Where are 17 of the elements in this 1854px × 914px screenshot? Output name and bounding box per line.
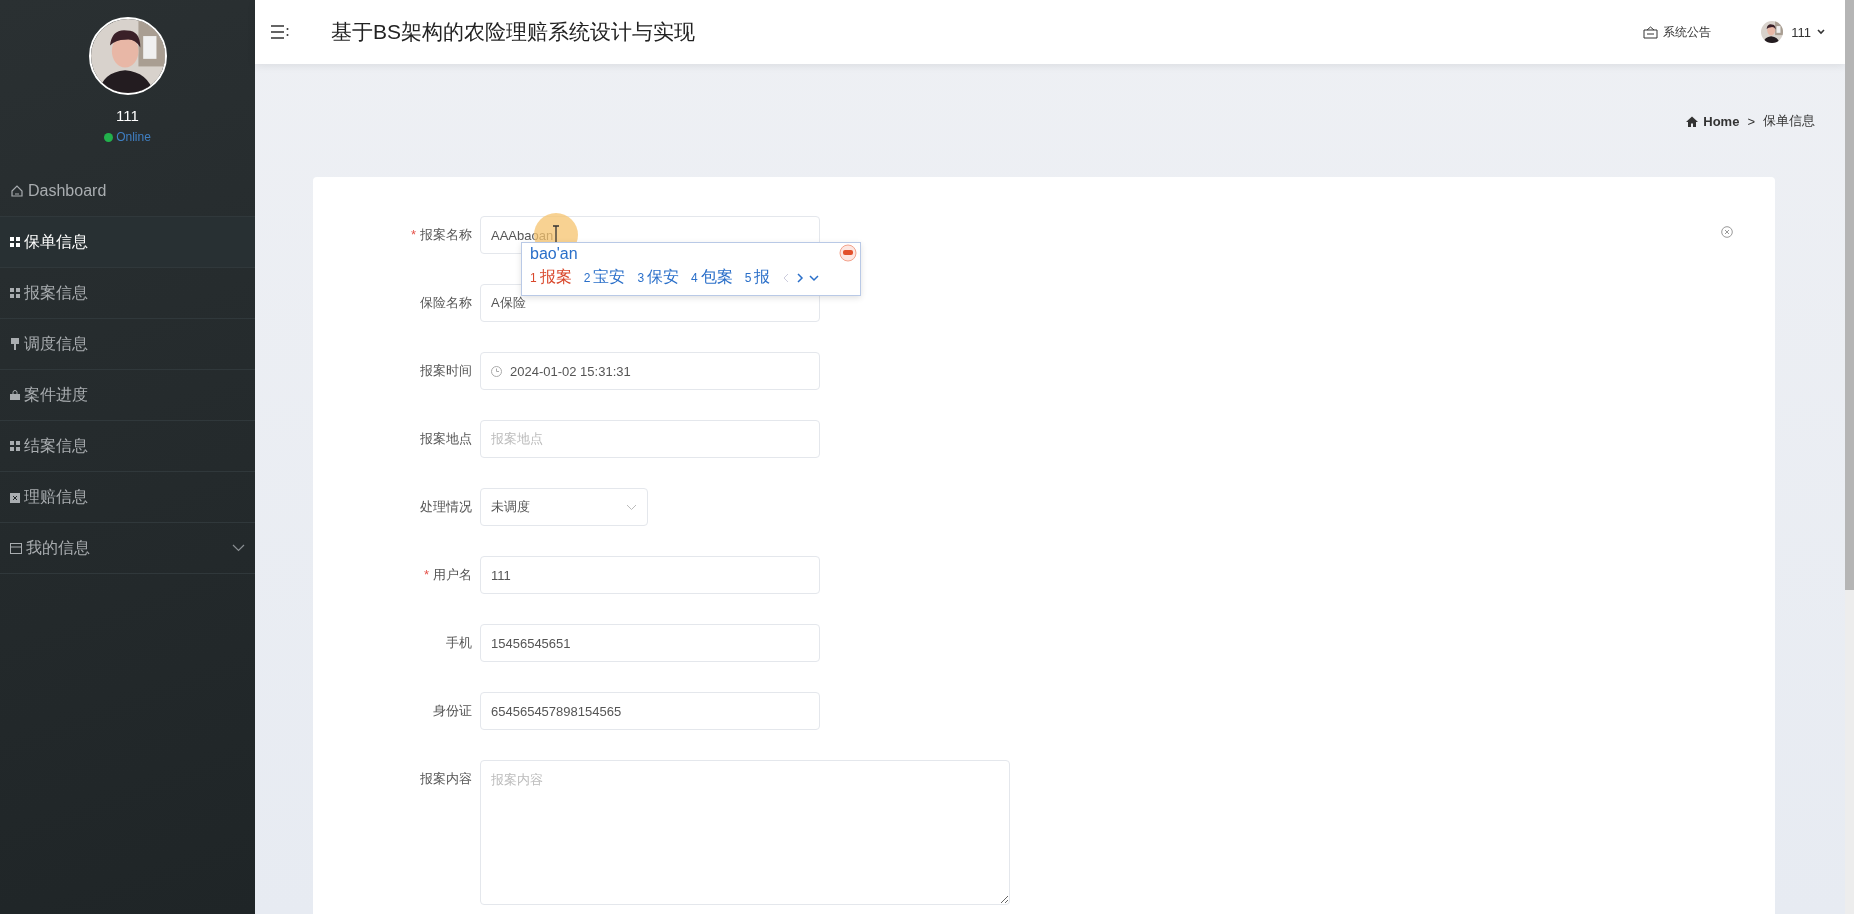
field-label: 报案名称 [420, 227, 472, 242]
app-title: 基于BS架构的农险理赔系统设计与实现 [331, 19, 696, 45]
field-label: 报案内容 [420, 771, 472, 786]
field-label: 手机 [446, 635, 472, 650]
field-label: 处理情况 [420, 499, 472, 514]
breadcrumb-current: 保单信息 [1763, 112, 1815, 130]
required-mark: * [423, 567, 429, 582]
field-label: 身份证 [433, 703, 472, 718]
breadcrumb-separator: > [1747, 113, 1755, 129]
online-status: Online [104, 130, 151, 144]
user-name: 111 [116, 107, 139, 124]
field-label: 保险名称 [420, 295, 472, 310]
ime-composition: bao'an [530, 245, 578, 264]
required-mark: * [410, 227, 416, 242]
field-label: 报案地点 [420, 431, 472, 446]
field-label: 用户名 [433, 567, 472, 582]
field-label: 报案时间 [420, 363, 472, 378]
